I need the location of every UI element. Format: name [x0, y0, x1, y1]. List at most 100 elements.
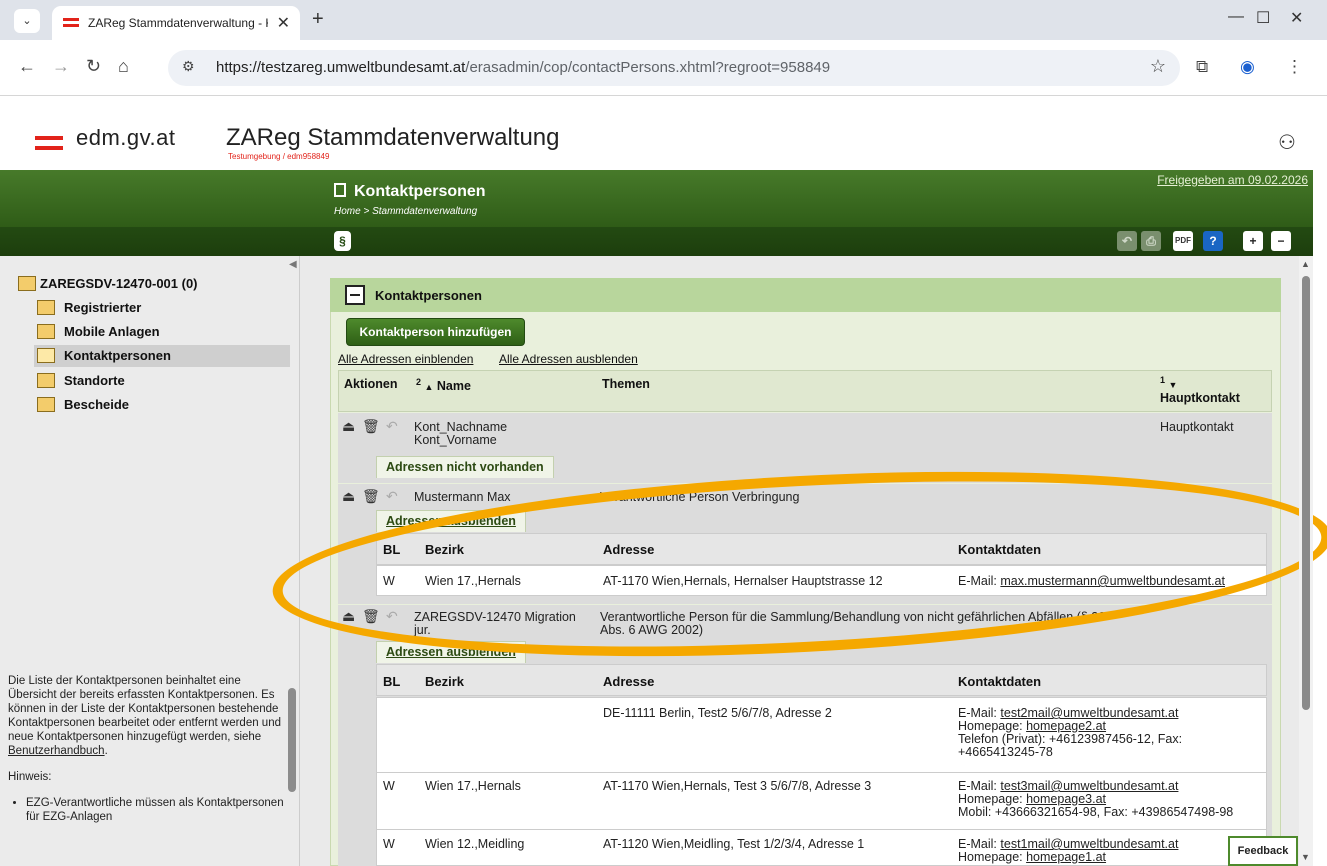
homepage-link[interactable]: homepage3.at — [1026, 792, 1106, 806]
tab-title: ZAReg Stammdatenverwaltung - Kont — [88, 16, 268, 30]
help-scrollbar[interactable] — [286, 672, 298, 866]
sidebar-item-standorte[interactable]: Standorte — [34, 370, 290, 392]
menu-dots-icon[interactable]: ⋮ — [1286, 57, 1303, 77]
maximize-icon[interactable]: ☐ — [1256, 8, 1270, 28]
minimize-icon[interactable]: — — [1228, 8, 1244, 26]
row-name-line2: jur. — [414, 623, 431, 637]
undo-row-icon: ↶ — [386, 608, 398, 624]
addr-adresse: AT-1120 Wien,Meidling, Test 1/2/3/4, Adr… — [603, 837, 865, 851]
sidebar-collapse-icon[interactable]: ◀ — [289, 259, 297, 270]
scroll-up-icon[interactable]: ▲ — [1301, 259, 1310, 269]
addr-kontakt: E-Mail: test1mail@umweltbundesamt.at Hom… — [958, 838, 1178, 864]
user-manual-link[interactable]: Benutzerhandbuch — [8, 745, 105, 757]
trash-icon[interactable]: 🗑 — [362, 488, 380, 505]
addr-col-adresse: Adresse — [603, 674, 655, 689]
email-label: E-Mail: — [958, 779, 997, 793]
main-scrollbar[interactable]: ▲ ▼ — [1299, 256, 1313, 866]
addr-kontakt: E-Mail: max.mustermann@umweltbundesamt.a… — [958, 575, 1225, 588]
star-icon[interactable]: ☆ — [1150, 56, 1166, 77]
hide-addresses-tab[interactable]: Adressen ausblenden — [376, 510, 526, 532]
sidebar-item-mobile-anlagen[interactable]: Mobile Anlagen — [34, 321, 290, 343]
edit-icon[interactable]: ⏏ — [342, 418, 355, 435]
window-close-icon[interactable]: ✕ — [1290, 8, 1303, 28]
hide-all-addresses-link[interactable]: Alle Adressen ausblenden — [499, 352, 638, 366]
user-icon[interactable]: ⚇ — [1278, 130, 1296, 155]
col-name[interactable]: 2 ▲ Name — [416, 377, 471, 393]
site-logo-text[interactable]: edm.gv.at — [76, 125, 175, 151]
feedback-button[interactable]: Feedback — [1228, 836, 1298, 866]
email-link[interactable]: test2mail@umweltbundesamt.at — [1000, 706, 1178, 720]
addr-adresse: AT-1170 Wien,Hernals, Test 3 5/6/7/8, Ad… — [603, 779, 872, 793]
hide-addresses-tab[interactable]: Adressen ausblenden — [376, 641, 526, 663]
homepage-link[interactable]: homepage2.at — [1026, 719, 1106, 733]
site-header: edm.gv.at ZAReg Stammdatenverwaltung Tes… — [0, 96, 1327, 170]
trash-icon[interactable]: 🗑 — [362, 418, 380, 435]
pdf-icon[interactable]: PDF — [1173, 231, 1193, 251]
forward-icon[interactable]: → — [52, 56, 70, 77]
addr-col-bezirk: Bezirk — [425, 542, 465, 557]
row-divider — [376, 829, 1267, 830]
undo-icon[interactable]: ↶ — [1117, 231, 1137, 251]
show-all-addresses-link[interactable]: Alle Adressen einblenden — [338, 352, 473, 366]
addr-col-bezirk: Bezirk — [425, 674, 465, 689]
email-link[interactable]: max.mustermann@umweltbundesamt.at — [1000, 574, 1225, 588]
table-header — [338, 370, 1272, 412]
homepage-label: Homepage: — [958, 850, 1023, 864]
col-name-label: Name — [436, 379, 471, 394]
home-icon[interactable]: ⌂ — [118, 56, 129, 77]
released-date-link[interactable]: Freigegeben am 09.02.2026 — [1157, 173, 1308, 187]
vehicle-icon — [37, 324, 55, 339]
addresses-missing-tab: Adressen nicht vorhanden — [376, 456, 554, 478]
addr-bezirk: Wien 12.,Meidling — [425, 837, 525, 851]
add-contact-button[interactable]: Kontaktperson hinzufügen — [346, 318, 525, 346]
extensions-icon[interactable]: ⧉ — [1196, 57, 1208, 77]
edit-icon[interactable]: ⏏ — [342, 608, 355, 625]
help-end: . — [104, 745, 108, 757]
row-name: Kont_Nachname Kont_Vorname — [414, 421, 507, 447]
sidebar-item-kontaktpersonen[interactable]: Kontaktpersonen — [34, 345, 290, 367]
email-link[interactable]: test3mail@umweltbundesamt.at — [1000, 779, 1178, 793]
browser-tab[interactable]: ZAReg Stammdatenverwaltung - Kont ✕ — [52, 6, 300, 40]
back-icon[interactable]: ← — [18, 56, 36, 77]
homepage-label: Homepage: — [958, 719, 1023, 733]
tree-root[interactable]: ZAREGSDV-12470-001 (0) — [18, 276, 198, 291]
site-settings-icon[interactable]: ⚙ — [182, 58, 195, 75]
scroll-thumb[interactable] — [1302, 276, 1310, 710]
col-main-contact[interactable]: 1 ▼ Hauptkontakt — [1160, 375, 1240, 405]
sidebar-item-registrierter[interactable]: Registrierter — [34, 297, 290, 319]
collapse-all-icon[interactable]: − — [1271, 231, 1291, 251]
undo-row-icon: ↶ — [386, 418, 398, 434]
email-label: E-Mail: — [958, 837, 997, 851]
homepage-link[interactable]: homepage1.at — [1026, 850, 1106, 864]
col-topics[interactable]: Themen — [602, 377, 650, 391]
row-name: Mustermann Max — [414, 490, 511, 504]
expand-all-icon[interactable]: + — [1243, 231, 1263, 251]
export-icon[interactable]: ⎙ — [1141, 231, 1161, 251]
sidebar-item-bescheide[interactable]: Bescheide — [34, 394, 290, 416]
addr-bezirk: Wien 17.,Hernals — [425, 779, 521, 793]
austria-flag-logo — [35, 136, 63, 150]
undo-row-icon: ↶ — [386, 488, 398, 504]
trash-icon[interactable]: 🗑 — [362, 608, 380, 625]
reload-icon[interactable]: ↻ — [86, 56, 101, 77]
scroll-down-icon[interactable]: ▼ — [1301, 852, 1310, 862]
profile-icon[interactable]: ◉ — [1240, 57, 1255, 77]
paragraph-icon[interactable]: § — [334, 231, 351, 251]
help-text: Die Liste der Kontaktpersonen beinhaltet… — [8, 674, 286, 866]
addr-kontakt: E-Mail: test3mail@umweltbundesamt.at Hom… — [958, 780, 1233, 819]
browser-toolbar: ← → ↻ ⌂ ⚙ https://testzareg.umweltbundes… — [0, 40, 1327, 96]
close-icon[interactable]: ✕ — [277, 13, 290, 33]
email-link[interactable]: test1mail@umweltbundesamt.at — [1000, 837, 1178, 851]
collapse-panel-icon[interactable] — [345, 285, 365, 305]
panel-title: Kontaktpersonen — [375, 288, 482, 303]
tab-menu-icon[interactable]: ⌄ — [14, 9, 40, 33]
main-sort-rank: 1 — [1160, 375, 1166, 385]
plus-icon[interactable]: + — [312, 8, 324, 31]
page-title-bar — [0, 170, 1313, 227]
address-bar[interactable]: ⚙ https://testzareg.umweltbundesamt.at/e… — [168, 50, 1180, 86]
breadcrumb[interactable]: Home > Stammdatenverwaltung — [334, 206, 477, 217]
row-topics-line2: Abs. 6 AWG 2002) — [600, 623, 704, 637]
edit-icon[interactable]: ⏏ — [342, 488, 355, 505]
help-icon[interactable]: ? — [1203, 231, 1223, 251]
site-favicon-icon — [63, 18, 79, 28]
